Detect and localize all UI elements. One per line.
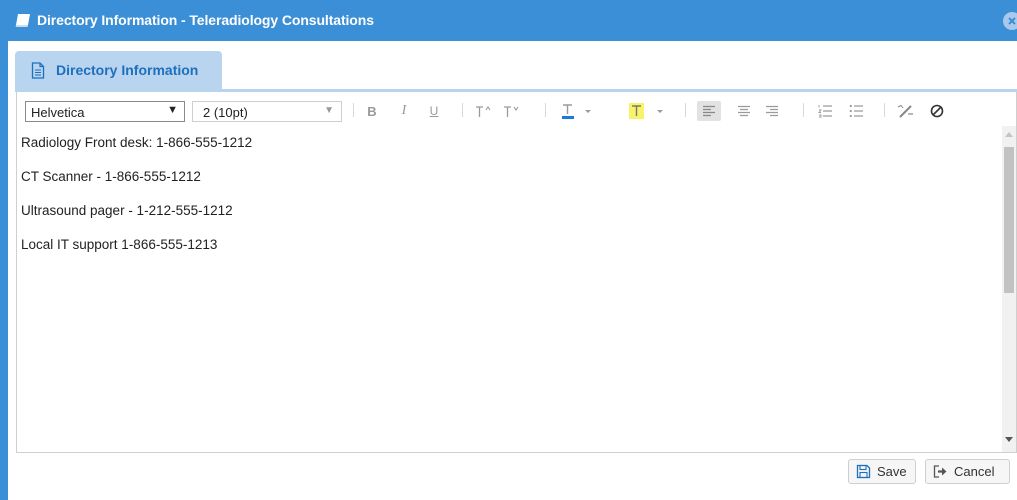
unordered-list-icon [849,104,863,118]
underline-button[interactable]: U [424,101,444,121]
font-size-select[interactable]: 2 (10pt) ▼ [192,101,342,122]
toolbar-separator [545,103,546,117]
ordered-list-icon [817,105,832,118]
bold-button[interactable]: B [362,101,382,121]
italic-button[interactable]: I [394,101,414,121]
superscript-button[interactable] [472,101,494,121]
close-button[interactable] [1003,12,1017,30]
cancel-button[interactable]: Cancel [925,459,1010,484]
editor-scrollbar[interactable] [1002,126,1016,452]
toolbar-separator [803,103,804,117]
editor-toolbar: Helvetica ▼ 2 (10pt) ▼ B I U [17,92,1016,126]
block-button[interactable] [925,101,949,121]
italic-icon: I [401,103,407,118]
document-icon [31,62,45,82]
tab-bar: Directory Information [8,41,1017,92]
font-size-value: 2 (10pt) [203,105,248,120]
scroll-up-icon[interactable] [1005,132,1013,137]
subscript-icon [504,106,519,117]
chevron-down-icon: ▼ [324,105,334,116]
toolbar-separator [462,103,463,117]
save-label: Save [877,464,907,479]
ordered-list-button[interactable] [813,101,837,121]
block-icon [930,104,944,118]
text-color-button[interactable] [559,101,595,121]
toolbar-separator [353,103,354,117]
tab-label: Directory Information [56,62,199,78]
highlight-button[interactable] [627,101,667,121]
font-family-select[interactable]: Helvetica ▼ [25,101,185,122]
content-line: CT Scanner - 1-866-555-1212 [21,169,201,184]
scroll-down-icon[interactable] [1005,437,1013,442]
subscript-button[interactable] [500,101,522,121]
window-frame-left [0,41,8,500]
content-line: Radiology Front desk: 1-866-555-1212 [21,135,253,150]
chevron-down-icon: ▼ [167,104,178,116]
align-center-icon [738,105,750,116]
rich-text-editor: Helvetica ▼ 2 (10pt) ▼ B I U Radiology F… [16,92,1017,453]
sign-out-icon [933,465,947,478]
highlight-icon [629,103,663,119]
window-title: Directory Information - Teleradiology Co… [37,12,374,28]
editor-content[interactable]: Radiology Front desk: 1-866-555-1212 CT … [17,126,1002,452]
save-icon [856,464,871,479]
clear-format-icon [897,104,913,118]
unordered-list-button[interactable] [844,101,868,121]
toolbar-separator [884,103,885,117]
toolbar-separator [685,103,686,117]
tab-directory-information[interactable]: Directory Information [15,51,222,91]
content-line: Local IT support 1-866-555-1213 [21,237,218,252]
text-color-icon [562,104,591,119]
title-bar: Directory Information - Teleradiology Co… [0,0,1017,41]
font-family-value: Helvetica [31,105,85,120]
save-button[interactable]: Save [848,459,916,484]
cancel-label: Cancel [954,464,995,479]
align-center-button[interactable] [732,101,756,121]
book-icon [15,13,31,28]
close-icon [1008,17,1016,25]
bold-icon: B [367,103,377,119]
align-left-button[interactable] [697,101,721,121]
directory-dialog: Directory Information - Teleradiology Co… [0,0,1017,500]
scroll-thumb[interactable] [1004,147,1014,293]
align-right-icon [766,105,778,116]
align-left-icon [703,105,715,116]
dialog-body: Directory Information Helvetica ▼ 2 (10p… [8,41,1017,500]
content-line: Ultrasound pager - 1-212-555-1212 [21,203,233,218]
clear-format-button[interactable] [894,101,918,121]
underline-icon: U [429,104,439,118]
align-right-button[interactable] [760,101,784,121]
superscript-icon [476,106,491,117]
